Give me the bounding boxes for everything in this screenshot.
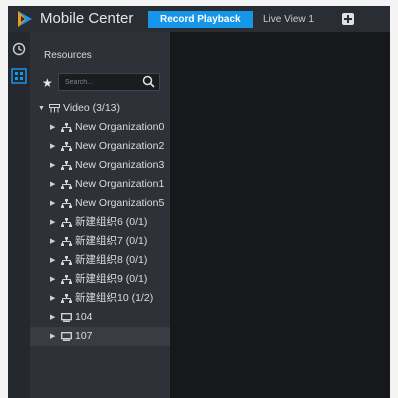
tree-node-organization[interactable]: ▶ New Organization2	[30, 137, 170, 156]
search-icon[interactable]	[142, 75, 155, 88]
top-bar: Mobile Center Record Playback Live View …	[8, 6, 390, 32]
organization-icon	[61, 161, 72, 170]
resources-title: Resources	[44, 50, 92, 61]
caret-right-icon[interactable]: ▶	[50, 118, 55, 137]
caret-right-icon[interactable]: ▶	[50, 289, 55, 308]
tree-node-label: New Organization3	[75, 159, 165, 171]
caret-down-icon[interactable]: ▼	[38, 99, 45, 118]
resources-panel: Resources ★ ▼ Video (3/13) ▶	[30, 32, 170, 398]
organization-icon	[61, 199, 72, 208]
organization-icon	[61, 142, 72, 151]
tree-node-organization[interactable]: ▶ New Organization3	[30, 156, 170, 175]
organization-icon	[61, 294, 72, 303]
app-title: Mobile Center	[40, 10, 134, 27]
organization-icon	[61, 218, 72, 227]
organization-icon	[61, 123, 72, 132]
organization-icon	[61, 275, 72, 284]
caret-right-icon[interactable]: ▶	[50, 251, 55, 270]
tree-root-video[interactable]: ▼ Video (3/13)	[30, 99, 170, 118]
caret-right-icon[interactable]: ▶	[50, 194, 55, 213]
side-rail	[8, 32, 30, 398]
device-icon	[61, 332, 72, 341]
camera-group-icon	[49, 104, 60, 113]
caret-right-icon[interactable]: ▶	[50, 327, 55, 346]
device-icon	[61, 313, 72, 322]
history-icon[interactable]	[12, 42, 26, 56]
resource-tree-icon[interactable]	[11, 68, 27, 84]
tree-node-label: New Organization0	[75, 121, 165, 133]
caret-right-icon[interactable]: ▶	[50, 232, 55, 251]
app-window: Mobile Center Record Playback Live View …	[8, 6, 390, 398]
tree-node-label: 104	[75, 311, 93, 323]
tree-node-label: 新建组织8 (0/1)	[75, 254, 148, 266]
playback-view-area[interactable]	[170, 32, 390, 398]
organization-icon	[61, 256, 72, 265]
tree-node-organization[interactable]: ▶ 新建组织8 (0/1)	[30, 251, 170, 270]
tree-node-label: 新建组织7 (0/1)	[75, 235, 148, 247]
tree-node-label: 新建组织10 (1/2)	[75, 292, 154, 304]
tree-node-label: New Organization1	[75, 178, 165, 190]
tree-node-organization[interactable]: ▶ 新建组织7 (0/1)	[30, 232, 170, 251]
caret-right-icon[interactable]: ▶	[50, 137, 55, 156]
tab-live-view-1[interactable]: Live View 1	[251, 11, 326, 28]
tab-record-playback[interactable]: Record Playback	[148, 11, 253, 28]
tree-root-label: Video (3/13)	[63, 102, 121, 114]
tree-node-organization[interactable]: ▶ 新建组织10 (1/2)	[30, 289, 170, 308]
search-box	[58, 73, 160, 91]
tree-node-device[interactable]: ▶ 107	[30, 327, 170, 346]
tree-node-organization[interactable]: ▶ New Organization5	[30, 194, 170, 213]
app-logo-icon	[18, 11, 32, 27]
caret-right-icon[interactable]: ▶	[50, 308, 55, 327]
caret-right-icon[interactable]: ▶	[50, 156, 55, 175]
tree-node-device[interactable]: ▶ 104	[30, 308, 170, 327]
caret-right-icon[interactable]: ▶	[50, 270, 55, 289]
star-icon[interactable]: ★	[42, 77, 53, 89]
organization-icon	[61, 237, 72, 246]
tree-node-label: 107	[75, 330, 93, 342]
caret-right-icon[interactable]: ▶	[50, 213, 55, 232]
search-input[interactable]	[65, 74, 135, 90]
tree-node-organization[interactable]: ▶ New Organization1	[30, 175, 170, 194]
add-tab-icon[interactable]	[342, 13, 354, 25]
tree-node-label: 新建组织9 (0/1)	[75, 273, 148, 285]
caret-right-icon[interactable]: ▶	[50, 175, 55, 194]
tree-node-organization[interactable]: ▶ 新建组织9 (0/1)	[30, 270, 170, 289]
organization-icon	[61, 180, 72, 189]
tree-node-label: 新建组织6 (0/1)	[75, 216, 148, 228]
tree-node-label: New Organization2	[75, 140, 165, 152]
tree-node-organization[interactable]: ▶ 新建组织6 (0/1)	[30, 213, 170, 232]
tree-node-label: New Organization5	[75, 197, 165, 209]
tree-node-organization[interactable]: ▶ New Organization0	[30, 118, 170, 137]
